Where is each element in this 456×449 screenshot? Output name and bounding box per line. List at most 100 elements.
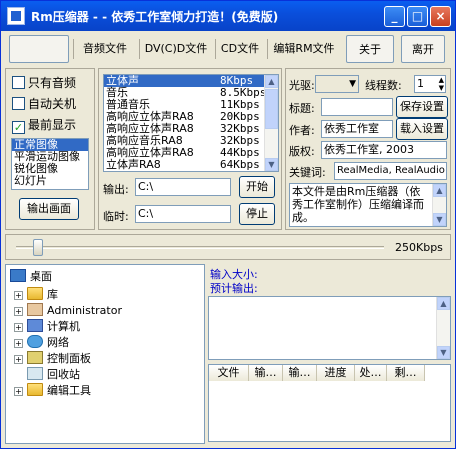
expand-icon[interactable]: +	[14, 339, 23, 348]
expand-icon[interactable]: +	[14, 291, 23, 300]
close-button[interactable]: ×	[430, 6, 451, 27]
tree-item[interactable]: 回收站	[14, 367, 80, 383]
scroll-down-icon[interactable]: ▼	[437, 346, 450, 359]
output-screen-button[interactable]: 输出画面	[19, 198, 79, 220]
cd-file-tab[interactable]: CD文件	[215, 35, 265, 63]
scroll-down-icon[interactable]: ▼	[433, 213, 446, 226]
folder-icon	[27, 383, 43, 396]
app-icon	[7, 7, 25, 25]
output-path-field[interactable]: C:\	[135, 178, 231, 196]
scroll-up-icon[interactable]: ▲	[437, 297, 450, 310]
audio-only-option[interactable]: 只有音频	[12, 75, 76, 91]
author-label: 作者:	[289, 124, 315, 137]
drive-label: 光驱:	[289, 79, 315, 92]
format-name: 立体声RA8	[106, 158, 161, 171]
spin-arrows-icon[interactable]: ▲ ▼	[439, 76, 444, 92]
log-scrollbar[interactable]: ▲ ▼	[436, 297, 450, 359]
audio-file-tab[interactable]: 音频文件	[73, 35, 137, 63]
author-field[interactable]: 依秀工作室	[321, 120, 393, 138]
folder-icon	[27, 287, 43, 300]
image-mode-list[interactable]: 正常图像 平滑运动图像 锐化图像 幻灯片	[11, 138, 89, 190]
queue-column-header[interactable]: 输…	[249, 365, 283, 381]
ctrl-icon	[27, 351, 43, 364]
tree-item-label: Administrator	[47, 304, 122, 317]
keywords-field[interactable]: RealMedia, RealAudio	[334, 162, 447, 180]
description-scrollbar[interactable]: ▲ ▼	[432, 184, 446, 226]
window-title: Rm压缩器 - - 依秀工作室倾力打造！(免费版)	[31, 10, 279, 24]
temp-path-field[interactable]: C:\	[135, 205, 231, 223]
queue-column-header[interactable]: 处…	[355, 365, 387, 381]
estimated-output-label: 预计输出:	[210, 282, 258, 295]
title-field[interactable]	[321, 98, 393, 116]
top-most-option[interactable]: ✓ 最前显示	[12, 117, 76, 134]
audio-only-checkbox[interactable]	[12, 76, 25, 89]
metadata-panel: 光驱: ▼ 线程数: 1 ▲ ▼ 标题: 保存设置 作者: 依秀工作室 载入设置 版…	[285, 68, 451, 230]
net-icon	[27, 335, 43, 348]
threads-spinner[interactable]: 1 ▲ ▼	[414, 75, 446, 93]
tree-item-desktop[interactable]: 桌面	[10, 269, 52, 285]
pc-icon	[27, 319, 43, 332]
temp-label: 临时:	[103, 210, 129, 223]
scroll-up-icon[interactable]: ▲	[265, 75, 278, 88]
toolbar: 音频文件 DV(C)D文件 CD文件 编辑RM文件 关于 离开	[5, 35, 451, 65]
queue-column-header[interactable]: 输…	[283, 365, 317, 381]
output-label: 输出:	[103, 183, 129, 196]
minimize-button[interactable]: _	[384, 6, 405, 27]
tree-item-label: 编辑工具	[47, 384, 91, 397]
tree-item[interactable]: + 控制面板	[14, 351, 91, 367]
bin-icon	[27, 367, 43, 380]
format-item[interactable]: 立体声RA8 64Kbps	[104, 159, 278, 171]
folder-tree[interactable]: 桌面 + 库 + Administrator + 计算机 + 网络 + 控制面板 回收站 + 编辑工具	[5, 264, 205, 444]
about-button[interactable]: 关于	[346, 35, 394, 63]
title-bar[interactable]: Rm压缩器 - - 依秀工作室倾力打造！(免费版) _ □ ×	[1, 1, 455, 31]
save-settings-button[interactable]: 保存设置	[396, 96, 448, 118]
queue-column-header[interactable]: 剩…	[387, 365, 425, 381]
expand-icon[interactable]: +	[14, 307, 23, 316]
blank-tab[interactable]	[9, 35, 69, 63]
tree-item[interactable]: + 网络	[14, 335, 69, 351]
keywords-label: 关键词:	[289, 166, 326, 179]
edit-rm-tab[interactable]: 编辑RM文件	[267, 35, 341, 63]
exit-button[interactable]: 离开	[401, 35, 445, 63]
tree-item[interactable]: + 计算机	[14, 319, 80, 335]
expand-icon[interactable]: +	[14, 323, 23, 332]
auto-shutdown-checkbox[interactable]	[12, 97, 25, 110]
tree-item-label: 计算机	[47, 320, 80, 333]
tree-item[interactable]: + Administrator	[14, 303, 122, 319]
tree-item-label: 控制面板	[47, 352, 91, 365]
start-button[interactable]: 开始	[239, 176, 275, 198]
slider-track[interactable]	[16, 246, 384, 249]
audio-only-label: 只有音频	[28, 76, 77, 90]
description-textarea[interactable]: 本文件是由Rm压缩器（依秀工作室制作）压缩编译而成。 ▲ ▼	[289, 183, 447, 227]
copyright-field[interactable]: 依秀工作室, 2003	[321, 141, 447, 159]
options-panel: 只有音频 自动关机 ✓ 最前显示 正常图像 平滑运动图像 锐化图像 幻灯片 输出画…	[5, 68, 95, 230]
load-settings-button[interactable]: 载入设置	[396, 118, 448, 140]
queue-column-header[interactable]: 进度	[317, 365, 355, 381]
maximize-button[interactable]: □	[407, 6, 428, 27]
expand-icon[interactable]: +	[14, 355, 23, 364]
stop-button[interactable]: 停止	[239, 203, 275, 225]
tree-root-label: 桌面	[30, 270, 52, 283]
tree-item[interactable]: + 库	[14, 287, 58, 303]
dvd-file-tab[interactable]: DV(C)D文件	[139, 35, 213, 63]
top-most-checkbox[interactable]: ✓	[12, 121, 25, 134]
format-list[interactable]: 立体声 8Kbps 音乐 8.5Kbps 普通音乐 11Kbps 高响应立体声RA8 2…	[103, 74, 279, 172]
log-area[interactable]: ▲ ▼	[208, 296, 451, 360]
threads-label: 线程数:	[365, 79, 402, 92]
scroll-down-icon[interactable]: ▼	[265, 158, 278, 171]
queue-column-header[interactable]: 文件	[209, 365, 249, 381]
tree-item[interactable]: + 编辑工具	[14, 383, 91, 399]
description-text: 本文件是由Rm压缩器（依秀工作室制作）压缩编译而成。	[292, 185, 424, 224]
format-list-scrollbar[interactable]: ▲ ▼	[264, 75, 278, 171]
drive-select[interactable]: ▼	[315, 75, 359, 93]
format-panel: 立体声 8Kbps 音乐 8.5Kbps 普通音乐 11Kbps 高响应立体声RA8 2…	[98, 68, 282, 230]
chevron-down-icon: ▼	[349, 79, 356, 89]
scroll-thumb[interactable]	[265, 89, 278, 129]
queue-table[interactable]: 文件 输… 输… 进度 处… 剩…	[208, 364, 451, 442]
expand-icon[interactable]: +	[14, 387, 23, 396]
image-mode-item[interactable]: 幻灯片	[12, 175, 88, 187]
slider-thumb[interactable]	[33, 239, 44, 256]
scroll-up-icon[interactable]: ▲	[433, 184, 446, 197]
user-icon	[27, 303, 43, 316]
auto-shutdown-option[interactable]: 自动关机	[12, 96, 76, 112]
